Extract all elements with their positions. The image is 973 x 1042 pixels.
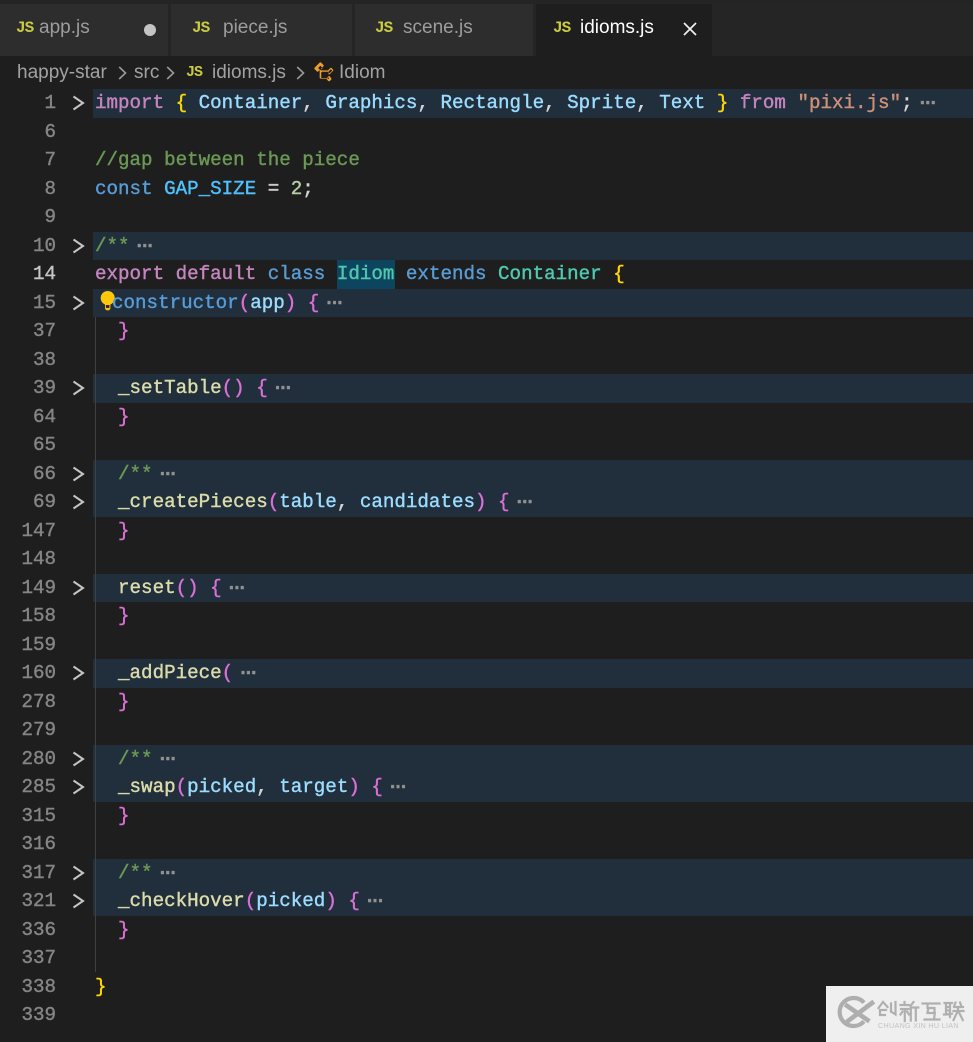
svg-text:CHUANG XIN HU LIAN: CHUANG XIN HU LIAN — [878, 1021, 959, 1030]
